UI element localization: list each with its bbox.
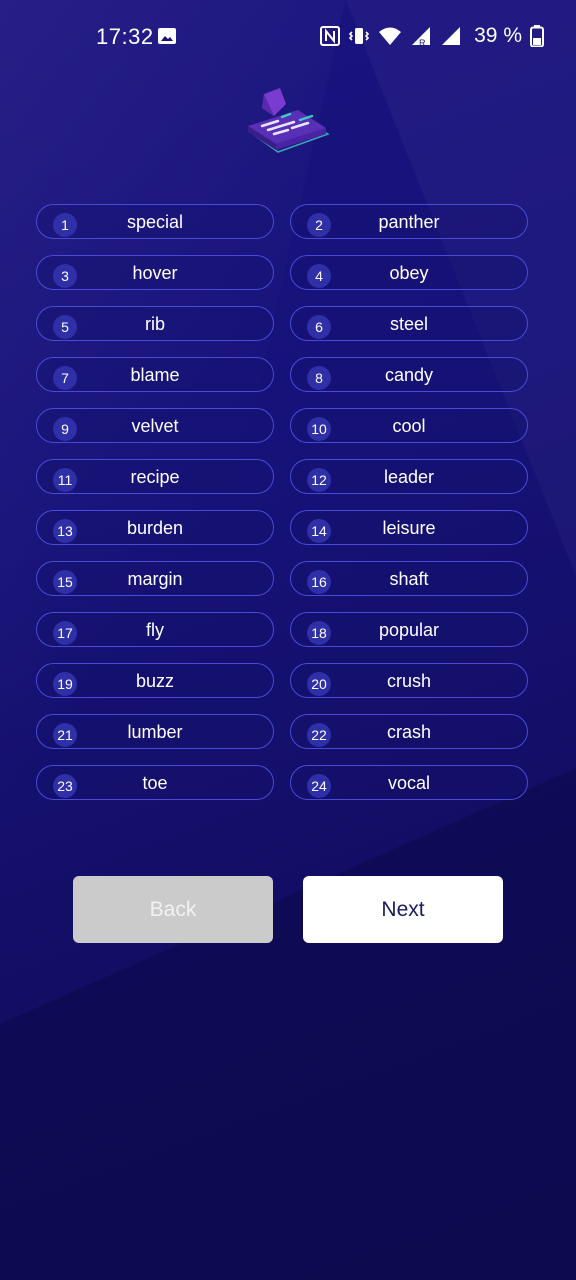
status-icons: R 39 % <box>320 24 544 48</box>
seed-word-chip: 6 steel <box>290 306 528 341</box>
back-button[interactable]: Back <box>73 876 273 943</box>
seed-word: margin <box>127 569 183 589</box>
seed-word: recipe <box>130 467 180 487</box>
seed-word: leisure <box>382 518 436 538</box>
seed-word-chip: 17 fly <box>36 612 274 647</box>
seed-word-chip: 13 burden <box>36 510 274 545</box>
seed-word-chip: 4 obey <box>290 255 528 290</box>
seed-word: obey <box>389 263 429 283</box>
seed-word-chip: 1 special <box>36 204 274 239</box>
seed-word-chip: 3 hover <box>36 255 274 290</box>
svg-text:R: R <box>419 38 426 47</box>
seed-word: steel <box>389 314 429 334</box>
seed-word: crush <box>386 671 431 691</box>
seed-word-chip: 11 recipe <box>36 459 274 494</box>
app-logo <box>248 88 330 153</box>
nfc-icon <box>320 26 341 46</box>
seed-word-chip: 21 lumber <box>36 714 274 749</box>
seed-word-chip: 18 popular <box>290 612 528 647</box>
seed-word: hover <box>132 263 178 283</box>
seed-word-chip: 16 shaft <box>290 561 528 596</box>
seed-word-chip: 9 velvet <box>36 408 274 443</box>
status-bar: 17:32 R 39 % <box>0 0 576 74</box>
seed-word: cool <box>392 416 426 436</box>
seed-word-chip: 23 toe <box>36 765 274 800</box>
seed-word: lumber <box>127 722 183 742</box>
seed-word: shaft <box>389 569 429 589</box>
seed-word: special <box>126 212 184 232</box>
seed-phrase-grid: 1 special 2 panther 3 hover 4 obey 5 rib 6 ste… <box>36 204 528 800</box>
seed-word-chip: 7 blame <box>36 357 274 392</box>
seed-word-chip: 5 rib <box>36 306 274 341</box>
seed-word-chip: 19 buzz <box>36 663 274 698</box>
seed-word-chip: 15 margin <box>36 561 274 596</box>
gallery-icon <box>158 28 176 44</box>
wifi-icon <box>379 27 402 45</box>
seed-word-chip: 8 candy <box>290 357 528 392</box>
seed-word: fly <box>146 620 164 640</box>
seed-word-chip: 22 crash <box>290 714 528 749</box>
battery-icon <box>530 25 544 47</box>
seed-word: vocal <box>387 773 431 793</box>
seed-word: popular <box>378 620 440 640</box>
seed-word-chip: 12 leader <box>290 459 528 494</box>
seed-word-chip: 24 vocal <box>290 765 528 800</box>
seed-word: blame <box>130 365 180 385</box>
seed-word: leader <box>383 467 435 487</box>
seed-word: candy <box>384 365 434 385</box>
seed-word: panther <box>378 212 440 232</box>
seed-word-chip: 2 panther <box>290 204 528 239</box>
next-button[interactable]: Next <box>303 876 503 943</box>
signal-icon <box>442 27 461 45</box>
seed-word: crash <box>386 722 431 742</box>
seed-word: buzz <box>135 671 175 691</box>
vibrate-icon <box>348 28 370 44</box>
seed-word: velvet <box>131 416 179 436</box>
seed-word-chip: 20 crush <box>290 663 528 698</box>
seed-word: toe <box>142 773 168 793</box>
seed-word: burden <box>126 518 184 538</box>
signal-r-icon: R <box>412 27 431 47</box>
seed-word-chip: 14 leisure <box>290 510 528 545</box>
battery-percentage: 39 % <box>474 24 522 47</box>
seed-word: rib <box>144 314 165 334</box>
seed-word-chip: 10 cool <box>290 408 528 443</box>
status-time: 17:32 <box>96 24 154 49</box>
